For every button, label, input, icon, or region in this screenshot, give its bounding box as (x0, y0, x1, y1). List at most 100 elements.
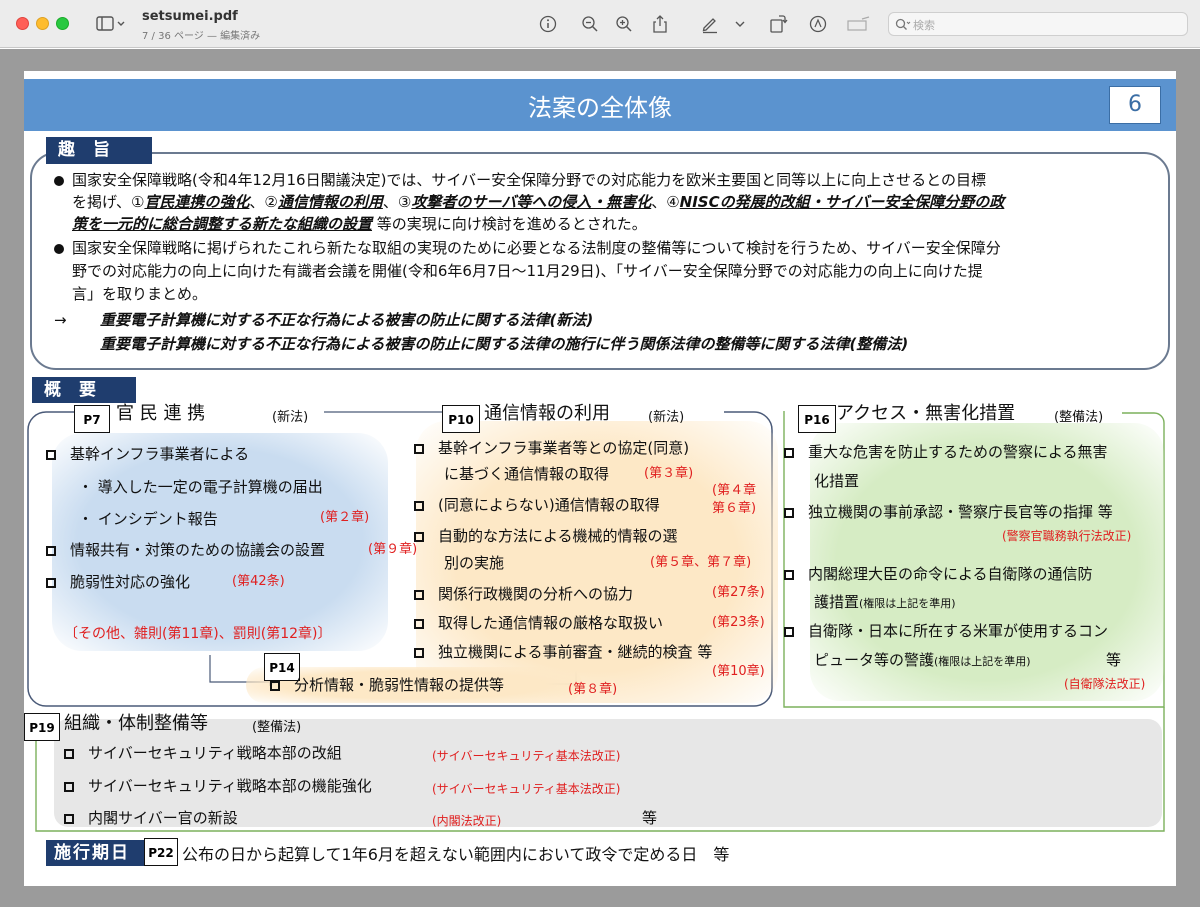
organization-kind: (整備法) (252, 720, 302, 735)
col3-item-2: 独立機関の事前承認・警察庁長官等の指揮 等 (784, 501, 1113, 523)
col2-item-1-ref: (第３章) (644, 466, 694, 481)
zoom-window-button[interactable] (56, 17, 69, 30)
slide-page-number: 6 (1109, 86, 1161, 124)
col2-item-4: 関係行政機関の分析への協力 (414, 583, 633, 605)
zoom-in-button[interactable] (612, 12, 636, 36)
enforcement-date-text: 公布の日から起算して1年6月を超えない範囲内において政令で定める日 等 (182, 845, 730, 864)
rotate-icon (770, 15, 788, 33)
purpose-bullet-1-line-2: を掲げ、①官民連携の強化、②通信情報の利用、③攻撃者のサーバ等への侵入・無害化、… (72, 193, 1005, 211)
col1-item-3: 脆弱性対応の強化 (46, 571, 190, 593)
new-law-name: 重要電子計算機に対する不正な行為による被害の防止に関する法律(新法) (100, 311, 594, 329)
purpose-bullet-1-line-3: 策を一元的に総合調整する新たな組織の設置 等の実現に向け検討を進めるとされた。 (72, 215, 647, 233)
col1-sub-2: ・ インシデント報告 (78, 510, 218, 528)
col2-item-1: 基幹インフラ事業者等との協定(同意) (414, 437, 689, 459)
col2-item-3-line-2: 別の実施 (444, 554, 505, 572)
purpose-bullet-2-line-3: 言」を取りまとめ。 (72, 285, 208, 303)
org-item-1: サイバーセキュリティ戦略本部の改組 (64, 742, 342, 764)
zoom-out-icon (582, 16, 598, 32)
access-neutralize-kind: (整備法) (1054, 410, 1104, 425)
col3-item-3-line-2: 護措置(権限は上記を準用) (814, 593, 956, 611)
purpose-arrow: → (54, 311, 67, 329)
close-window-button[interactable] (16, 17, 29, 30)
org-item-3-ref: (内閣法改正) (432, 814, 502, 828)
chevron-down-icon (735, 21, 745, 27)
minimize-window-button[interactable] (36, 17, 49, 30)
share-icon (653, 15, 667, 33)
org-item-1-ref: (サイバーセキュリティ基本法改正) (432, 749, 621, 763)
p19-page-tag: P19 (24, 713, 60, 741)
slide-header: 法案の全体像 6 (24, 79, 1176, 131)
rotate-button[interactable] (766, 12, 790, 36)
search-field[interactable]: 検索 (888, 12, 1188, 36)
p14-ref: (第８章) (568, 682, 618, 697)
sidebar-toggle-button[interactable] (92, 12, 130, 36)
col2-item-3: 自動的な方法による機械的情報の選 (414, 525, 678, 547)
col1-item-1: 基幹インフラ事業者による (46, 443, 249, 465)
share-button[interactable] (648, 12, 672, 36)
window-titlebar: setsumei.pdf 7 / 36 ページ — 編集済み 検索 (0, 0, 1200, 48)
slide-title: 法案の全体像 (528, 94, 672, 122)
col2-item-2-ref-1: (第４章 (712, 483, 757, 498)
org-item-2: サイバーセキュリティ戦略本部の機能強化 (64, 775, 372, 797)
col2-item-5-ref: (第23条) (712, 615, 765, 630)
info-icon (539, 15, 557, 33)
col1-item-2: 情報共有・対策のための協議会の設置 (46, 539, 325, 561)
col3-item-1-line-2: 化措置 (814, 472, 860, 490)
info-button[interactable] (536, 12, 560, 36)
purpose-bullet-1-line-1: 国家安全保障戦略(令和4年12月16日閣議決定)では、サイバー安全保障分野での対… (54, 169, 986, 191)
markup-pen-button[interactable] (698, 12, 722, 36)
col1-other: 〔その他、雑則(第11章)、罰則(第12章)〕 (64, 626, 332, 642)
public-private-title: 官 民 連 携 (116, 403, 206, 424)
p7-page-tag: P7 (74, 405, 110, 433)
communication-info-kind: (新法) (648, 410, 685, 425)
zoom-out-button[interactable] (578, 12, 602, 36)
col3-item-1: 重大な危害を防止するための警察による無害 (784, 441, 1108, 463)
col1-sub-2-ref: (第２章) (320, 510, 370, 525)
public-private-kind: (新法) (272, 410, 309, 425)
organization-title: 組織・体制整備等 (64, 713, 208, 734)
p22-page-tag: P22 (144, 838, 178, 866)
search-icon (895, 18, 911, 30)
col2-item-3-ref: (第５章、第７章) (650, 555, 752, 570)
col1-sub-1: ・ 導入した一定の電子計算機の届出 (78, 478, 323, 496)
purpose-bullet-2-line-2: 野での対応能力の向上に向けた有識者会議を開催(令和6年6月7日～11月29日)、… (72, 262, 983, 280)
org-item-2-ref: (サイバーセキュリティ基本法改正) (432, 782, 621, 796)
p10-page-tag: P10 (442, 405, 480, 433)
col3-item-3: 内閣総理大臣の命令による自衛隊の通信防 (784, 563, 1093, 585)
col2-item-6: 独立機関による事前審査・継続的検査 等 (414, 641, 712, 663)
col3-item-4-line-2: ピュータ等の警護(権限は上記を準用) (814, 651, 1031, 669)
overview-tab: 概要 (32, 377, 136, 403)
p16-page-tag: P16 (798, 405, 836, 433)
communication-info-title: 通信情報の利用 (484, 403, 610, 424)
col2-item-6-ref: (第10章) (712, 664, 765, 679)
annotate-button[interactable] (806, 12, 830, 36)
col3-item-4-ref: (自衛隊法改正) (1064, 677, 1146, 691)
org-item-3: 内閣サイバー官の新設 (64, 807, 238, 829)
access-neutralize-title: アクセス・無害化措置 (836, 403, 1016, 424)
sidebar-icon (96, 16, 125, 31)
amendment-law-name: 重要電子計算機に対する不正な行為による被害の防止に関する法律の施行に伴う関係法律… (100, 335, 909, 353)
col3-item-4-etc: 等 (1106, 651, 1122, 669)
zoom-in-icon (616, 16, 632, 32)
document-viewer[interactable]: 法案の全体像 6 趣旨 国家安全保障戦略(令和4年12月16日閣議決定)では、サ… (0, 49, 1200, 907)
col1-item-2-ref: (第９章) (368, 542, 418, 557)
col3-item-4: 自衛隊・日本に所在する米軍が使用するコン (784, 620, 1108, 642)
col2-item-4-ref: (第27条) (712, 585, 765, 600)
col2-item-2: (同意によらない)通信情報の取得 (414, 494, 660, 516)
purpose-tab: 趣旨 (46, 137, 152, 164)
pen-icon (702, 18, 717, 34)
search-placeholder: 検索 (913, 19, 935, 32)
org-etc: 等 (642, 809, 658, 827)
col1-item-3-ref: (第42条) (232, 574, 285, 589)
p14-item: 分析情報・脆弱性情報の提供等 (270, 674, 504, 696)
markup-menu-button[interactable] (732, 12, 748, 36)
col2-item-2-ref-2: 第６章) (712, 501, 757, 516)
document-title: setsumei.pdf (142, 9, 238, 24)
col3-item-2-ref: (警察官職務執行法改正) (1002, 529, 1132, 543)
pdf-page: 法案の全体像 6 趣旨 国家安全保障戦略(令和4年12月16日閣議決定)では、サ… (24, 71, 1176, 886)
document-page-status: 7 / 36 ページ — 編集済み (142, 31, 261, 42)
col2-item-1-line-2: に基づく通信情報の取得 (444, 465, 610, 483)
col2-item-5: 取得した通信情報の厳格な取扱い (414, 612, 663, 634)
signature-field-icon (847, 16, 870, 31)
form-fill-button (846, 12, 872, 36)
